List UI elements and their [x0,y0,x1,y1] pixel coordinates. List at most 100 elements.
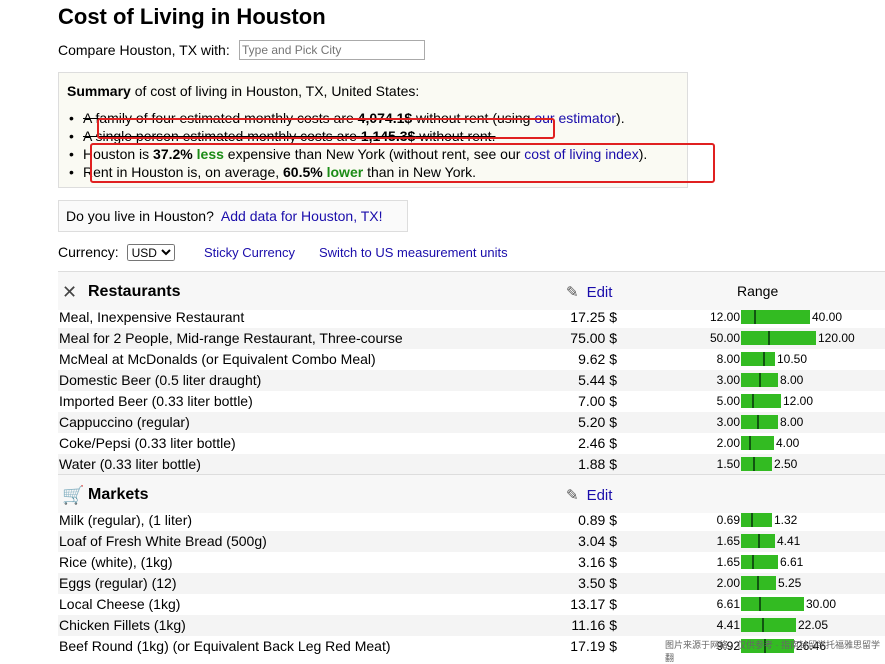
table-row: Local Cheese (1kg) 13.17 $ 6.61 30.00 [58,594,885,615]
item-price: 3.50 $ [578,575,617,591]
compare-label: Compare Houston, TX with: [58,42,230,58]
range-marker [762,618,764,632]
item-name: Meal, Inexpensive Restaurant [59,309,245,325]
watermark: 图片来源于网络，仅供参考 · 指南针留学托福雅思留学翻 [665,640,880,663]
item-price: 2.46 $ [578,435,617,451]
item-price: 11.16 $ [571,617,617,633]
range-high: 10.50 [777,352,808,366]
range-marker [751,513,753,527]
sticky-currency-link[interactable]: Sticky Currency [204,245,295,260]
range-bar [741,415,778,429]
range-low: 4.41 [716,618,740,632]
range-bar [741,352,775,366]
item-name: Rice (white), (1kg) [59,554,173,570]
table-row: Loaf of Fresh White Bread (500g) 3.04 $ 1.… [58,531,885,552]
item-name: Chicken Fillets (1kg) [59,617,186,633]
range-high: 2.50 [774,457,798,471]
range-high: 40.00 [812,310,843,324]
table-row: Chicken Fillets (1kg) 11.16 $ 4.41 22.05 [58,615,885,636]
item-name: Coke/Pepsi (0.33 liter bottle) [59,435,236,451]
range-bar [741,373,778,387]
range-low: 12.00 [709,310,740,324]
live-here-box: Do you live in Houston? Add data for Hou… [58,200,408,232]
range-marker [757,576,759,590]
add-data-link[interactable]: Add data for Houston, TX! [221,208,383,224]
item-price: 5.44 $ [578,372,617,388]
range-low: 5.00 [716,394,740,408]
range-marker [754,310,756,324]
range-bar [741,534,775,548]
item-price: 7.00 $ [578,393,617,409]
range-marker [763,352,765,366]
measurement-units-link[interactable]: Switch to US measurement units [319,245,508,260]
range-low: 1.65 [716,534,740,548]
city-search-input[interactable] [239,40,425,60]
range-bar [741,576,776,590]
range-bar [741,457,772,471]
item-price: 17.19 $ [570,638,617,654]
range-high: 1.32 [774,513,798,527]
compare-row: Compare Houston, TX with: [58,40,425,60]
range-marker [749,436,751,450]
pencil-icon: ✎ [566,487,579,504]
table-row: Coke/Pepsi (0.33 liter bottle) 2.46 $ 2.00… [58,433,885,454]
range-low: 8.00 [716,352,740,366]
range-marker [753,457,755,471]
range-bar [741,436,774,450]
edit-markets-button[interactable]: ✎ Edit [566,486,612,504]
range-high: 22.05 [798,618,829,632]
range-high: 6.61 [780,555,804,569]
range-marker [768,331,770,345]
range-bar [741,513,772,527]
section-markets: 🛒 Markets ✎ Edit [58,474,885,513]
annotation-box-2 [90,143,715,183]
item-price: 5.20 $ [578,414,617,430]
range-low: 3.00 [716,373,740,387]
range-high: 30.00 [806,597,837,611]
item-name: Imported Beer (0.33 liter bottle) [59,393,253,409]
range-high: 120.00 [818,331,855,345]
range-bar [741,597,804,611]
currency-select[interactable]: USD [126,244,175,261]
table-row: Water (0.33 liter bottle) 1.88 $ 1.50 2.50 [58,454,885,475]
table-row: Domestic Beer (0.5 liter draught) 5.44 $ 3… [58,370,885,391]
item-price: 9.62 $ [578,351,617,367]
range-bar [741,394,781,408]
range-low: 6.61 [716,597,740,611]
table-row: Rice (white), (1kg) 3.16 $ 1.65 6.61 [58,552,885,573]
range-header: Range [737,283,779,299]
range-high: 4.41 [777,534,801,548]
range-marker [752,555,754,569]
range-low: 0.69 [716,513,740,527]
shopping-cart-icon: 🛒 [62,485,85,505]
item-name: Milk (regular), (1 liter) [59,512,193,528]
currency-row: Currency: USD [58,244,175,261]
range-high: 8.00 [780,373,804,387]
range-marker [759,597,761,611]
range-bar [741,310,810,324]
item-name: Loaf of Fresh White Bread (500g) [59,533,267,549]
table-row: Imported Beer (0.33 liter bottle) 7.00 $ 5… [58,391,885,412]
range-high: 4.00 [776,436,800,450]
range-low: 50.00 [709,331,740,345]
item-name: Eggs (regular) (12) [59,575,177,591]
page-title: Cost of Living in Houston [58,4,326,29]
section-restaurants: ✕ Restaurants ✎ Edit Range [58,271,885,310]
item-name: Local Cheese (1kg) [59,596,181,612]
item-price: 75.00 $ [570,330,617,346]
range-bar [741,555,778,569]
table-row: McMeal at McDonalds (or Equivalent Combo… [58,349,885,370]
range-marker [758,534,760,548]
item-price: 0.89 $ [578,512,617,528]
item-name: Cappuccino (regular) [59,414,190,430]
item-name: Water (0.33 liter bottle) [59,456,201,472]
edit-restaurants-button[interactable]: ✎ Edit [566,283,612,301]
range-low: 2.00 [716,576,740,590]
item-name: Beef Round (1kg) (or Equivalent Back Leg… [59,638,391,654]
range-low: 1.65 [716,555,740,569]
range-high: 12.00 [783,394,814,408]
table-row: Meal, Inexpensive Restaurant 17.25 $ 12.00… [58,307,885,328]
item-price: 13.17 $ [570,596,617,612]
range-low: 1.50 [716,457,740,471]
pencil-icon: ✎ [566,284,579,301]
